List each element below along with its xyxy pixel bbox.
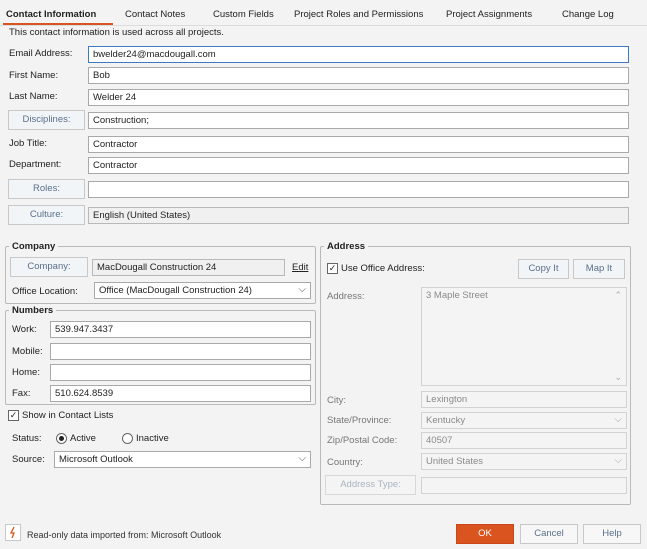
- numbers-group-title: Numbers: [9, 305, 57, 316]
- chevron-down-icon: ⌵: [298, 453, 306, 464]
- work-label: Work:: [12, 324, 37, 335]
- job-title-field[interactable]: Contractor: [88, 136, 629, 153]
- work-phone-field[interactable]: 539.947.3437: [50, 321, 311, 338]
- map-it-button[interactable]: Map It: [573, 259, 625, 279]
- chevron-down-icon: ⌵: [298, 284, 306, 295]
- country-label: Country:: [327, 457, 363, 468]
- tab-custom-fields[interactable]: Custom Fields: [213, 9, 274, 20]
- cancel-button[interactable]: Cancel: [520, 524, 578, 544]
- office-location-value: Office (MacDougall Construction 24): [99, 285, 252, 296]
- job-title-label: Job Title:: [9, 138, 48, 149]
- tab-project-roles-and-permissions[interactable]: Project Roles and Permissions: [294, 9, 423, 20]
- department-field[interactable]: Contractor: [88, 157, 629, 174]
- roles-field[interactable]: [88, 181, 629, 198]
- source-value: Microsoft Outlook: [59, 454, 133, 465]
- company-group-title: Company: [9, 241, 59, 252]
- address-group-title: Address: [324, 241, 369, 252]
- outlook-import-icon: [5, 524, 21, 541]
- company-field: MacDougall Construction 24: [92, 259, 285, 276]
- office-location-select[interactable]: Office (MacDougall Construction 24) ⌵: [94, 282, 311, 299]
- first-name-field[interactable]: Bob: [88, 67, 629, 84]
- edit-company-link[interactable]: Edit: [292, 262, 308, 273]
- info-text: This contact information is used across …: [9, 27, 224, 38]
- source-select[interactable]: Microsoft Outlook ⌵: [54, 451, 311, 468]
- help-button[interactable]: Help: [583, 524, 641, 544]
- fax-field[interactable]: 510.624.8539: [50, 385, 311, 402]
- mobile-phone-field[interactable]: [50, 343, 311, 360]
- country-select: United States ⌵: [421, 453, 627, 470]
- culture-button[interactable]: Culture:: [8, 205, 85, 225]
- city-label: City:: [327, 395, 346, 406]
- home-label: Home:: [12, 367, 40, 378]
- copy-it-button[interactable]: Copy It: [518, 259, 569, 279]
- department-label: Department:: [9, 159, 62, 170]
- address-value: 3 Maple Street: [426, 290, 488, 301]
- last-name-field[interactable]: Welder 24: [88, 89, 629, 106]
- status-active-label: Active: [70, 433, 96, 444]
- show-in-contact-lists-label: Show in Contact Lists: [22, 410, 114, 421]
- email-field[interactable]: bwelder24@macdougall.com: [88, 46, 629, 63]
- zip-label: Zip/Postal Code:: [327, 435, 398, 446]
- home-phone-field[interactable]: [50, 364, 311, 381]
- scroll-down-icon: ⌄: [614, 372, 622, 382]
- address-textarea: 3 Maple Street ⌃ ⌄: [421, 287, 627, 386]
- status-inactive-radio[interactable]: [122, 433, 133, 444]
- last-name-label: Last Name:: [9, 91, 58, 102]
- mobile-label: Mobile:: [12, 346, 43, 357]
- ok-button[interactable]: OK: [456, 524, 514, 544]
- address-type-button: Address Type:: [325, 475, 416, 495]
- tab-contact-information[interactable]: Contact Information: [6, 9, 96, 20]
- address-type-field: [421, 477, 627, 494]
- tab-contact-notes[interactable]: Contact Notes: [125, 9, 185, 20]
- status-label: Status:: [12, 433, 42, 444]
- disciplines-button[interactable]: Disciplines:: [8, 110, 85, 130]
- show-in-contact-lists-checkbox[interactable]: ✓: [8, 410, 19, 421]
- readonly-notice: Read-only data imported from: Microsoft …: [27, 530, 222, 540]
- source-label: Source:: [12, 454, 45, 465]
- chevron-down-icon: ⌵: [614, 455, 622, 466]
- scroll-up-icon: ⌃: [614, 290, 622, 300]
- first-name-label: First Name:: [9, 70, 59, 81]
- tab-project-assignments[interactable]: Project Assignments: [446, 9, 532, 20]
- state-value: Kentucky: [426, 415, 466, 426]
- address-label: Address:: [327, 291, 365, 302]
- country-value: United States: [426, 456, 484, 467]
- tab-change-log[interactable]: Change Log: [562, 9, 614, 20]
- state-select: Kentucky ⌵: [421, 412, 627, 429]
- email-label: Email Address:: [9, 48, 73, 59]
- status-active-radio[interactable]: [56, 433, 67, 444]
- state-label: State/Province:: [327, 415, 392, 426]
- company-button[interactable]: Company:: [10, 257, 88, 277]
- chevron-down-icon: ⌵: [614, 414, 622, 425]
- zip-field: 40507: [421, 432, 627, 449]
- use-office-address-checkbox[interactable]: ✓: [327, 263, 338, 274]
- use-office-address-label: Use Office Address:: [341, 263, 425, 274]
- roles-button[interactable]: Roles:: [8, 179, 85, 199]
- fax-label: Fax:: [12, 388, 31, 399]
- disciplines-field[interactable]: Construction;: [88, 112, 629, 129]
- city-field: Lexington: [421, 391, 627, 408]
- office-location-label: Office Location:: [12, 286, 78, 297]
- active-tab-indicator: [3, 23, 113, 25]
- culture-field: English (United States): [88, 207, 629, 224]
- status-inactive-label: Inactive: [136, 433, 169, 444]
- arrow-icon: [9, 526, 15, 539]
- tab-divider: [0, 25, 647, 26]
